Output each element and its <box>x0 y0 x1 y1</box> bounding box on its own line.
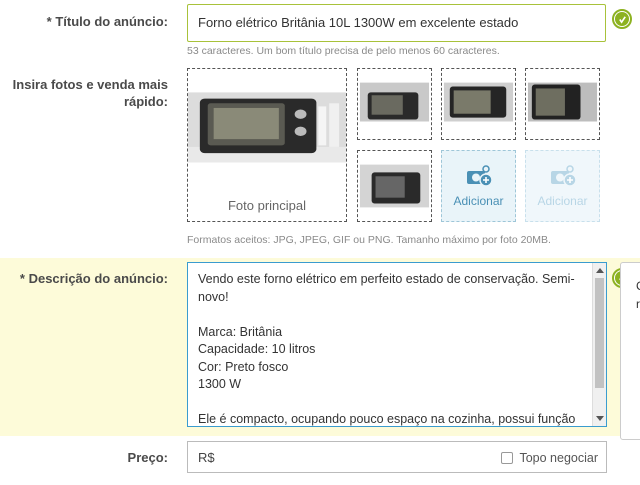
main-photo-caption: Foto principal <box>227 198 307 213</box>
photo-thumb-image <box>358 69 431 139</box>
side-tip-line2: r <box>636 297 640 311</box>
description-text: Vendo este forno elétrico em perfeito es… <box>198 272 576 426</box>
add-photo-button-disabled: Adicionar <box>525 150 600 222</box>
price-label: Preço: <box>127 450 168 465</box>
negotiate-checkbox[interactable]: Topo negociar <box>501 451 598 465</box>
title-char-hint: 53 caracteres. Um bom título precisa de … <box>187 45 500 57</box>
scroll-down-arrow-icon[interactable] <box>596 416 604 421</box>
photos-label-line1: Insira fotos e venda mais <box>12 77 168 92</box>
description-label: * Descrição do anúncio: <box>19 271 168 286</box>
photo-formats-hint: Formatos aceitos: JPG, JPEG, GIF ou PNG.… <box>187 234 551 246</box>
side-tip-line1: C <box>636 279 640 293</box>
photo-thumb[interactable] <box>357 68 432 140</box>
add-photo-label-disabled: Adicionar <box>537 193 588 208</box>
photo-thumb-image <box>526 69 599 139</box>
photo-thumb-image <box>358 151 431 221</box>
photos-label-line2: rápido: <box>123 94 168 109</box>
description-textarea[interactable]: Vendo este forno elétrico em perfeito es… <box>187 262 607 427</box>
camera-plus-icon <box>466 164 493 187</box>
main-photo-image <box>188 92 346 163</box>
photo-thumb[interactable] <box>357 150 432 222</box>
add-photo-label: Adicionar <box>453 193 504 208</box>
price-input[interactable]: R$ Topo negociar <box>187 441 607 473</box>
photo-thumb-image <box>442 69 515 139</box>
description-side-tip: C r <box>620 262 640 440</box>
scroll-up-arrow-icon[interactable] <box>596 268 604 273</box>
negotiate-checkbox-box[interactable] <box>501 452 514 464</box>
photo-thumb[interactable] <box>525 68 600 140</box>
photo-thumb[interactable] <box>441 68 516 140</box>
description-scrollbar[interactable] <box>592 263 606 426</box>
title-input[interactable]: Forno elétrico Britânia 10L 1300W em exc… <box>187 4 606 42</box>
price-currency-prefix: R$ <box>198 450 215 465</box>
camera-plus-icon <box>550 164 577 187</box>
scroll-thumb[interactable] <box>595 278 604 388</box>
negotiate-label: Topo negociar <box>519 451 598 465</box>
ok-hand-icon <box>612 9 632 29</box>
title-label: * Título do anúncio: <box>46 14 168 29</box>
add-photo-button[interactable]: Adicionar <box>441 150 516 222</box>
main-photo-slot[interactable]: Foto principal <box>187 68 347 222</box>
